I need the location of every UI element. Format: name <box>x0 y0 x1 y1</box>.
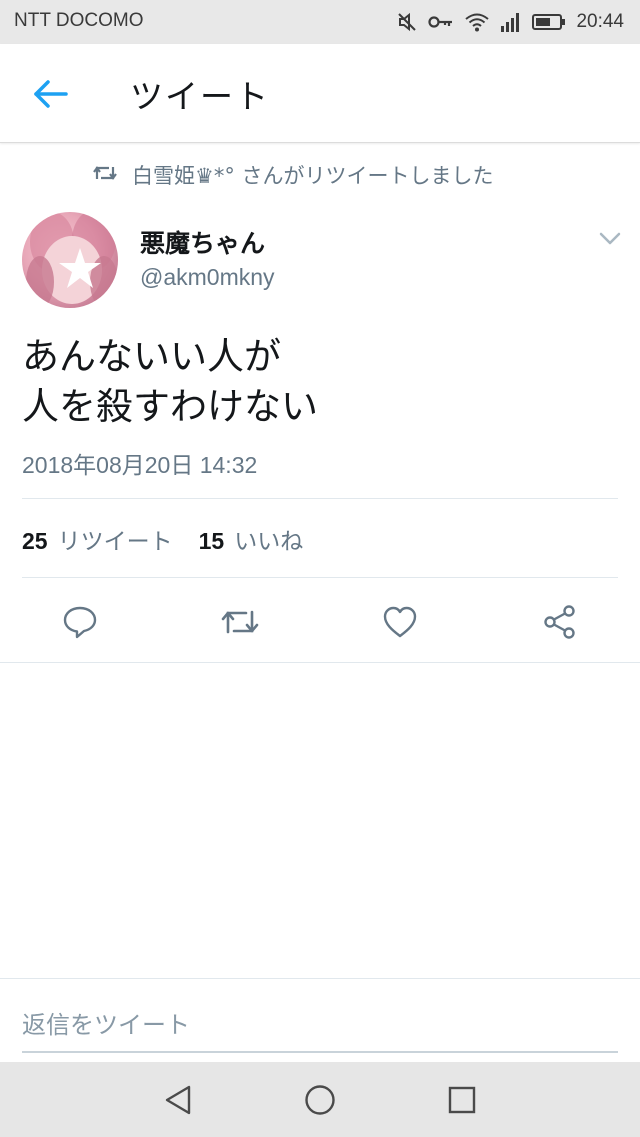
avatar[interactable] <box>22 212 118 308</box>
tweet-timestamp: 2018年08月20日 14:32 <box>22 452 258 478</box>
author-handle[interactable]: @akm0mkny <box>140 264 275 291</box>
battery-icon <box>532 13 566 31</box>
back-button[interactable] <box>28 72 72 116</box>
nav-home-button[interactable] <box>300 1080 340 1120</box>
tweet-text-line: あんないい人が <box>22 335 281 378</box>
app-bar: ツイート <box>0 44 640 143</box>
share-icon <box>544 605 575 639</box>
retweet-icon <box>221 610 259 634</box>
share-button[interactable] <box>540 602 580 642</box>
tweet-menu-button[interactable] <box>594 224 626 254</box>
status-icons: 20:44 <box>396 8 624 36</box>
retweet-context[interactable]: 白雪姫♛*° さんがリツイートしました <box>92 160 494 190</box>
home-circle-icon <box>305 1085 335 1115</box>
like-button[interactable] <box>380 602 420 642</box>
wifi-icon <box>464 11 490 33</box>
tweet-actions <box>0 596 640 646</box>
status-bar: NTT DOCOMO 20:44 <box>0 0 640 44</box>
retweet-button[interactable] <box>220 602 260 642</box>
retweet-count-label: リツイート <box>57 529 173 555</box>
retweet-icon <box>92 163 118 188</box>
tweet-text: あんないい人が 人を殺すわけない <box>22 332 318 432</box>
page-title: ツイート <box>130 77 270 116</box>
divider <box>22 577 618 578</box>
back-triangle-icon <box>165 1085 191 1115</box>
author-display-name[interactable]: 悪魔ちゃん <box>140 224 265 260</box>
mute-icon <box>396 11 418 33</box>
nav-back-button[interactable] <box>158 1080 198 1120</box>
arrow-left-icon <box>34 80 68 108</box>
reply-area <box>0 978 640 1063</box>
tweet-text-line: 人を殺すわけない <box>22 385 318 428</box>
tweet-stats: 25 リツイート 15 いいね <box>22 522 303 556</box>
nav-recents-button[interactable] <box>442 1080 482 1120</box>
retweet-count[interactable]: 25 リツイート <box>22 522 173 556</box>
retweet-count-value: 25 <box>22 528 48 554</box>
like-icon <box>383 606 417 638</box>
like-count-value: 15 <box>198 528 225 554</box>
key-icon <box>428 14 454 30</box>
signal-icon <box>500 11 522 33</box>
like-count-label: いいね <box>234 529 304 555</box>
divider <box>0 662 640 663</box>
recents-square-icon <box>448 1086 476 1114</box>
retweet-context-label: 白雪姫♛*° さんがリツイートしました <box>132 164 494 188</box>
clock: 20:44 <box>576 11 624 32</box>
reply-input[interactable] <box>22 999 618 1053</box>
reply-button[interactable] <box>60 602 100 642</box>
divider <box>22 498 618 499</box>
reply-icon <box>63 606 97 639</box>
chevron-down-icon <box>599 232 621 245</box>
carrier-name: NTT DOCOMO <box>14 10 144 31</box>
like-count[interactable]: 15 いいね <box>199 522 304 556</box>
system-nav-bar <box>0 1062 640 1137</box>
